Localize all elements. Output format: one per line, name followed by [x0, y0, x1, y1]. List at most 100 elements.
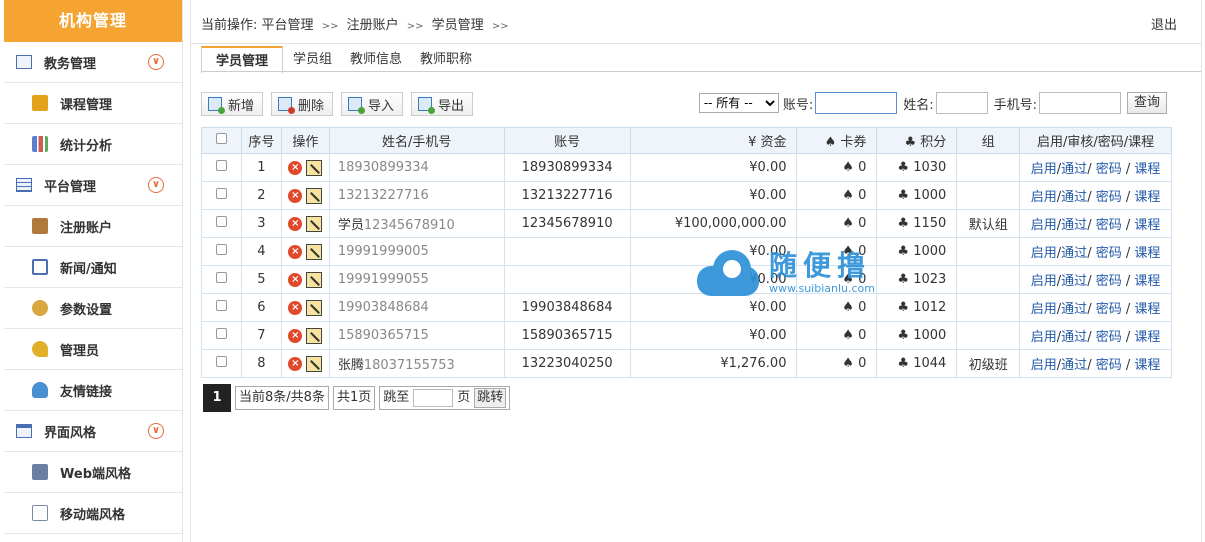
breadcrumb-item[interactable]: 学员管理 — [432, 18, 484, 33]
edit-row-icon[interactable] — [306, 187, 323, 204]
course-link[interactable]: 课程 — [1134, 246, 1160, 261]
row-phone[interactable]: 13213227716 — [338, 188, 429, 203]
course-link[interactable]: 课程 — [1134, 302, 1160, 317]
enable-link[interactable]: 启用 — [1031, 162, 1057, 177]
delete-row-icon[interactable]: × — [288, 188, 303, 203]
password-link[interactable]: 密码 — [1096, 162, 1122, 177]
tab-teacher-titles[interactable]: 教师职称 — [412, 46, 480, 72]
password-link[interactable]: 密码 — [1096, 190, 1122, 205]
enable-link[interactable]: 启用 — [1031, 358, 1057, 373]
phone-input[interactable] — [1038, 92, 1121, 114]
delete-row-icon[interactable]: × — [288, 328, 303, 343]
course-link[interactable]: 课程 — [1134, 330, 1160, 345]
nav-group-academic[interactable]: 教务管理 ∨ — [4, 42, 182, 83]
sidebar-item-news[interactable]: 新闻/通知 — [4, 247, 182, 288]
course-link[interactable]: 课程 — [1134, 358, 1160, 373]
page-1-button[interactable]: 1 — [203, 384, 231, 412]
row-select-cell[interactable] — [201, 237, 242, 266]
row-phone[interactable]: 18930899334 — [338, 160, 429, 175]
select-all-checkbox[interactable] — [215, 133, 227, 144]
add-button[interactable]: 新增 — [201, 92, 264, 116]
password-link[interactable]: 密码 — [1096, 218, 1122, 233]
logout-link[interactable]: 退出 — [1151, 14, 1177, 33]
course-link[interactable]: 课程 — [1134, 162, 1160, 177]
edit-row-icon[interactable] — [306, 327, 323, 344]
tab-student-groups[interactable]: 学员组 — [285, 46, 340, 72]
approve-link[interactable]: 通过 — [1061, 274, 1087, 289]
sidebar-item-links[interactable]: 友情链接 — [4, 370, 182, 411]
password-link[interactable]: 密码 — [1096, 330, 1122, 345]
approve-link[interactable]: 通过 — [1061, 218, 1087, 233]
row-select-cell[interactable] — [201, 209, 242, 238]
row-phone[interactable]: 19991999005 — [338, 244, 429, 259]
approve-link[interactable]: 通过 — [1061, 162, 1087, 177]
edit-row-icon[interactable] — [306, 355, 323, 372]
breadcrumb-item[interactable]: 平台管理 — [262, 18, 314, 33]
sidebar-item-web-style[interactable]: Web端风格 — [4, 452, 182, 493]
password-link[interactable]: 密码 — [1096, 302, 1122, 317]
sidebar-item-admins[interactable]: 管理员 — [4, 329, 182, 370]
course-link[interactable]: 课程 — [1134, 218, 1160, 233]
approve-link[interactable]: 通过 — [1061, 302, 1087, 317]
enable-link[interactable]: 启用 — [1031, 218, 1057, 233]
edit-row-icon[interactable] — [306, 215, 323, 232]
password-link[interactable]: 密码 — [1096, 274, 1122, 289]
enable-link[interactable]: 启用 — [1031, 330, 1057, 345]
row-checkbox[interactable] — [215, 328, 227, 339]
delete-button[interactable]: 删除 — [271, 92, 334, 116]
chevron-down-icon[interactable]: ∨ — [148, 423, 164, 439]
jump-page-input[interactable] — [413, 389, 454, 407]
row-checkbox[interactable] — [215, 188, 227, 199]
account-input[interactable] — [815, 92, 898, 114]
nav-group-platform[interactable]: 平台管理 ∨ — [4, 165, 182, 206]
delete-row-icon[interactable]: × — [288, 356, 303, 371]
edit-row-icon[interactable] — [306, 243, 323, 260]
approve-link[interactable]: 通过 — [1061, 358, 1087, 373]
row-select-cell[interactable] — [201, 349, 242, 378]
export-button[interactable]: 导出 — [411, 92, 474, 116]
enable-link[interactable]: 启用 — [1031, 302, 1057, 317]
sidebar-item-mobile-style[interactable]: 移动端风格 — [4, 493, 182, 534]
row-checkbox[interactable] — [215, 272, 227, 283]
chevron-down-icon[interactable]: ∨ — [148, 54, 164, 70]
row-phone[interactable]: 12345678910 — [364, 218, 455, 233]
delete-row-icon[interactable]: × — [288, 216, 303, 231]
course-link[interactable]: 课程 — [1134, 190, 1160, 205]
row-checkbox[interactable] — [215, 300, 227, 311]
chevron-down-icon[interactable]: ∨ — [148, 177, 164, 193]
tab-teacher-info[interactable]: 教师信息 — [342, 46, 410, 72]
jump-button[interactable]: 跳转 — [474, 388, 507, 408]
row-select-cell[interactable] — [201, 153, 242, 182]
name-input[interactable] — [935, 92, 988, 114]
row-checkbox[interactable] — [215, 216, 227, 227]
row-phone[interactable]: 19903848684 — [338, 300, 429, 315]
approve-link[interactable]: 通过 — [1061, 246, 1087, 261]
enable-link[interactable]: 启用 — [1031, 274, 1057, 289]
course-link[interactable]: 课程 — [1134, 274, 1160, 289]
password-link[interactable]: 密码 — [1096, 246, 1122, 261]
edit-row-icon[interactable] — [306, 299, 323, 316]
row-select-cell[interactable] — [201, 265, 242, 294]
password-link[interactable]: 密码 — [1096, 358, 1122, 373]
row-phone[interactable]: 19991999055 — [338, 272, 429, 287]
sidebar-item-settings[interactable]: 参数设置 — [4, 288, 182, 329]
row-checkbox[interactable] — [215, 244, 227, 255]
delete-row-icon[interactable]: × — [288, 300, 303, 315]
sidebar-item-accounts[interactable]: 注册账户 — [4, 206, 182, 247]
row-phone[interactable]: 18037155753 — [364, 358, 455, 373]
row-checkbox[interactable] — [215, 160, 227, 171]
row-checkbox[interactable] — [215, 356, 227, 367]
delete-row-icon[interactable]: × — [288, 160, 303, 175]
row-phone[interactable]: 15890365715 — [338, 328, 429, 343]
select-all-cell[interactable] — [201, 127, 242, 154]
nav-group-ui-style[interactable]: 界面风格 ∨ — [4, 411, 182, 452]
breadcrumb-item[interactable]: 注册账户 — [347, 18, 399, 33]
delete-row-icon[interactable]: × — [288, 272, 303, 287]
approve-link[interactable]: 通过 — [1061, 190, 1087, 205]
tab-students[interactable]: 学员管理 — [201, 46, 284, 73]
enable-link[interactable]: 启用 — [1031, 246, 1057, 261]
sidebar-item-courses[interactable]: 课程管理 — [4, 83, 182, 124]
row-select-cell[interactable] — [201, 321, 242, 350]
edit-row-icon[interactable] — [306, 159, 323, 176]
edit-row-icon[interactable] — [306, 271, 323, 288]
